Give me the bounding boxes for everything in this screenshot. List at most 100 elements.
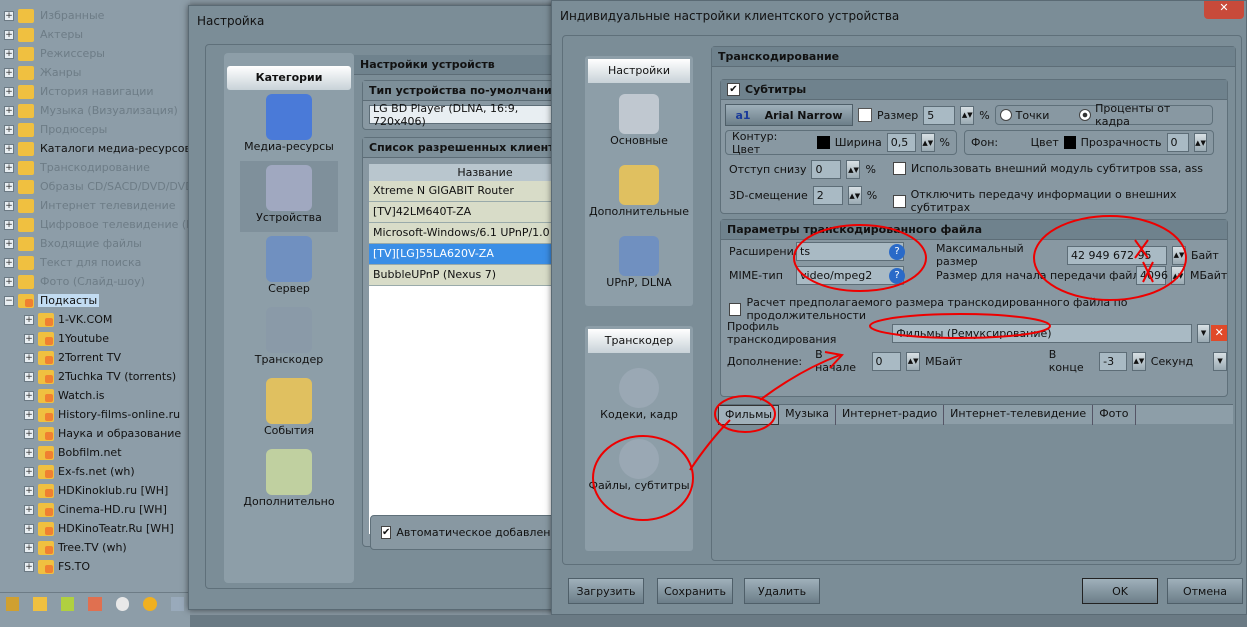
podcast-item[interactable]: + Ex-fs.net (wh) xyxy=(24,462,135,481)
podcast-item[interactable]: + Bobfilm.net xyxy=(24,443,122,462)
weather-icon[interactable] xyxy=(115,597,130,611)
profile-dropdown-button[interactable]: ▼ xyxy=(1196,323,1211,343)
tab-5[interactable]: Фото xyxy=(1093,405,1136,425)
tab-2[interactable]: Музыка xyxy=(779,405,837,425)
podcast-item[interactable]: + Cinema-HD.ru [WH] xyxy=(24,500,167,519)
tree-item[interactable]: + Цифровое телевидение (DVB xyxy=(4,215,212,234)
podcast-item[interactable]: +1-VK.COM xyxy=(24,310,112,329)
start-size-spinner[interactable]: ▲▼ xyxy=(1171,266,1185,285)
expand-icon[interactable]: + xyxy=(4,29,14,40)
start-size-input[interactable]: 4096 xyxy=(1136,266,1168,285)
expand-icon[interactable]: + xyxy=(24,314,34,325)
font-color-swatch[interactable] xyxy=(858,108,872,122)
podcast-item[interactable]: +2Tuchka TV (torrents) xyxy=(24,367,176,386)
category-2[interactable]: Устройства xyxy=(240,161,338,232)
expand-icon[interactable]: + xyxy=(4,67,14,78)
expand-icon[interactable]: + xyxy=(24,428,34,439)
expand-icon[interactable]: + xyxy=(4,238,14,249)
profile-delete-icon[interactable]: ✕ xyxy=(1211,325,1227,341)
estimate-checkbox[interactable] xyxy=(729,302,742,316)
tree-item[interactable]: + Входящие файлы xyxy=(4,234,144,253)
expand-icon[interactable]: + xyxy=(4,181,14,192)
expand-icon[interactable]: + xyxy=(24,523,34,534)
offset3d-input[interactable]: 2 xyxy=(812,186,843,205)
device-row[interactable]: Xtreme N GIGABIT Router xyxy=(369,181,581,202)
pad-start-spinner[interactable]: ▲▼ xyxy=(906,351,921,371)
category-4[interactable]: Транскодер xyxy=(224,303,354,374)
expand-icon[interactable]: + xyxy=(24,390,34,401)
close-button[interactable]: ✕ xyxy=(1204,1,1244,19)
tree-item[interactable]: + Избранные xyxy=(4,6,106,25)
expand-icon[interactable]: + xyxy=(4,48,14,59)
pad-start-input[interactable]: 0 xyxy=(871,351,902,371)
podcast-item[interactable]: + HDKinoTeatr.Ru [WH] xyxy=(24,519,174,538)
bottom-offset-spinner[interactable]: ▲▼ xyxy=(846,160,861,179)
tab-4[interactable]: Интернет-телевидение xyxy=(944,405,1094,425)
expand-icon[interactable]: + xyxy=(4,200,14,211)
mime-help-icon[interactable]: ? xyxy=(889,267,905,284)
bottom-offset-input[interactable]: 0 xyxy=(811,160,842,179)
expand-icon[interactable]: + xyxy=(24,485,34,496)
tree-item[interactable]: + Каталоги медиа-ресурсов xyxy=(4,139,193,158)
device-row[interactable]: Microsoft-Windows/6.1 UPnP/1.0 Wind xyxy=(369,223,581,244)
width-spinner[interactable]: ▲▼ xyxy=(920,133,935,152)
size-input[interactable]: 5 xyxy=(923,105,956,125)
default-type-select[interactable]: LG BD Player (DLNA, 16:9, 720x406) xyxy=(369,102,575,128)
tree-item[interactable]: − Подкасты xyxy=(4,291,100,310)
expand-icon[interactable]: + xyxy=(4,105,14,116)
expand-icon[interactable]: + xyxy=(24,371,34,382)
cancel-button[interactable]: Отмена xyxy=(1167,578,1243,604)
ext-module-checkbox[interactable] xyxy=(893,162,906,175)
tree-item[interactable]: + Жанры xyxy=(4,63,83,82)
radio-percent-frame[interactable] xyxy=(1079,109,1092,121)
edit-folder-icon[interactable] xyxy=(60,597,75,611)
expand-icon[interactable]: + xyxy=(24,542,34,553)
podcast-item[interactable]: + History-films-online.ru xyxy=(24,405,180,424)
podcast-item[interactable]: + Tree.TV (wh) xyxy=(24,538,127,557)
expand-icon[interactable]: + xyxy=(4,276,14,287)
podcast-item[interactable]: + Наука и образование xyxy=(24,424,181,443)
expand-icon[interactable]: + xyxy=(24,447,34,458)
device-row[interactable]: [TV][LG]55LA620V-ZA xyxy=(369,244,581,265)
size-spinner[interactable]: ▲▼ xyxy=(960,105,975,125)
podcast-item[interactable]: +1Youtube xyxy=(24,329,109,348)
outline-color-swatch[interactable] xyxy=(817,136,830,149)
category-6[interactable]: Дополнительно xyxy=(224,445,354,516)
podcast-item[interactable]: + FS.TO xyxy=(24,557,90,576)
expand-icon[interactable]: + xyxy=(4,257,14,268)
nav-settings-item[interactable]: UPnP, DLNA xyxy=(585,228,693,299)
tree-item[interactable]: + Музыка (Визуализация) xyxy=(4,101,180,120)
subtitles-checkbox[interactable]: ✔ xyxy=(727,83,740,96)
font-button[interactable]: a1 Arial Narrow xyxy=(725,104,853,126)
delete-button[interactable]: Удалить xyxy=(744,578,820,604)
save-button[interactable]: Сохранить xyxy=(657,578,733,604)
podcast-item[interactable]: + Watch.is xyxy=(24,386,105,405)
tree-item[interactable]: + Продюсеры xyxy=(4,120,109,139)
expand-icon[interactable]: + xyxy=(4,219,14,230)
expand-icon[interactable]: + xyxy=(24,409,34,420)
nav-transcoder-item[interactable]: Файлы, субтитры xyxy=(585,427,693,498)
tree-item[interactable]: + Актеры xyxy=(4,25,85,44)
nav-transcoder-item[interactable]: Кодеки, кадр xyxy=(585,356,693,427)
add-group-icon[interactable] xyxy=(6,597,20,611)
expand-icon[interactable]: + xyxy=(24,333,34,344)
tree-item[interactable]: + Образы CD/SACD/DVD/DVD-A/ xyxy=(4,177,211,196)
nav-settings-item[interactable]: Дополнительные xyxy=(585,157,693,228)
category-5[interactable]: События xyxy=(224,374,354,445)
pad-end-unit-dropdown[interactable]: ▼ xyxy=(1213,351,1227,371)
width-input[interactable]: 0,5 xyxy=(886,133,916,152)
expand-icon[interactable]: + xyxy=(24,466,34,477)
max-size-input[interactable]: 42 949 672 95 xyxy=(1067,245,1167,265)
ok-button[interactable]: OK xyxy=(1082,578,1158,604)
transparency-spinner[interactable]: ▲▼ xyxy=(1194,133,1207,152)
podcast-item[interactable]: + HDKinoklub.ru [WH] xyxy=(24,481,168,500)
auto-add-checkbox[interactable]: ✔ xyxy=(381,526,392,539)
profile-select[interactable]: Фильмы (Ремуксирование) xyxy=(892,323,1192,343)
tree-item[interactable]: + История навигации xyxy=(4,82,156,101)
expand-icon[interactable]: + xyxy=(4,124,14,135)
mime-input[interactable]: video/mpeg2 xyxy=(796,266,904,285)
expand-icon[interactable]: + xyxy=(4,143,14,154)
radio-points[interactable] xyxy=(999,109,1012,121)
nav-settings-item[interactable]: Основные xyxy=(585,86,693,157)
expand-icon[interactable]: + xyxy=(4,10,14,21)
